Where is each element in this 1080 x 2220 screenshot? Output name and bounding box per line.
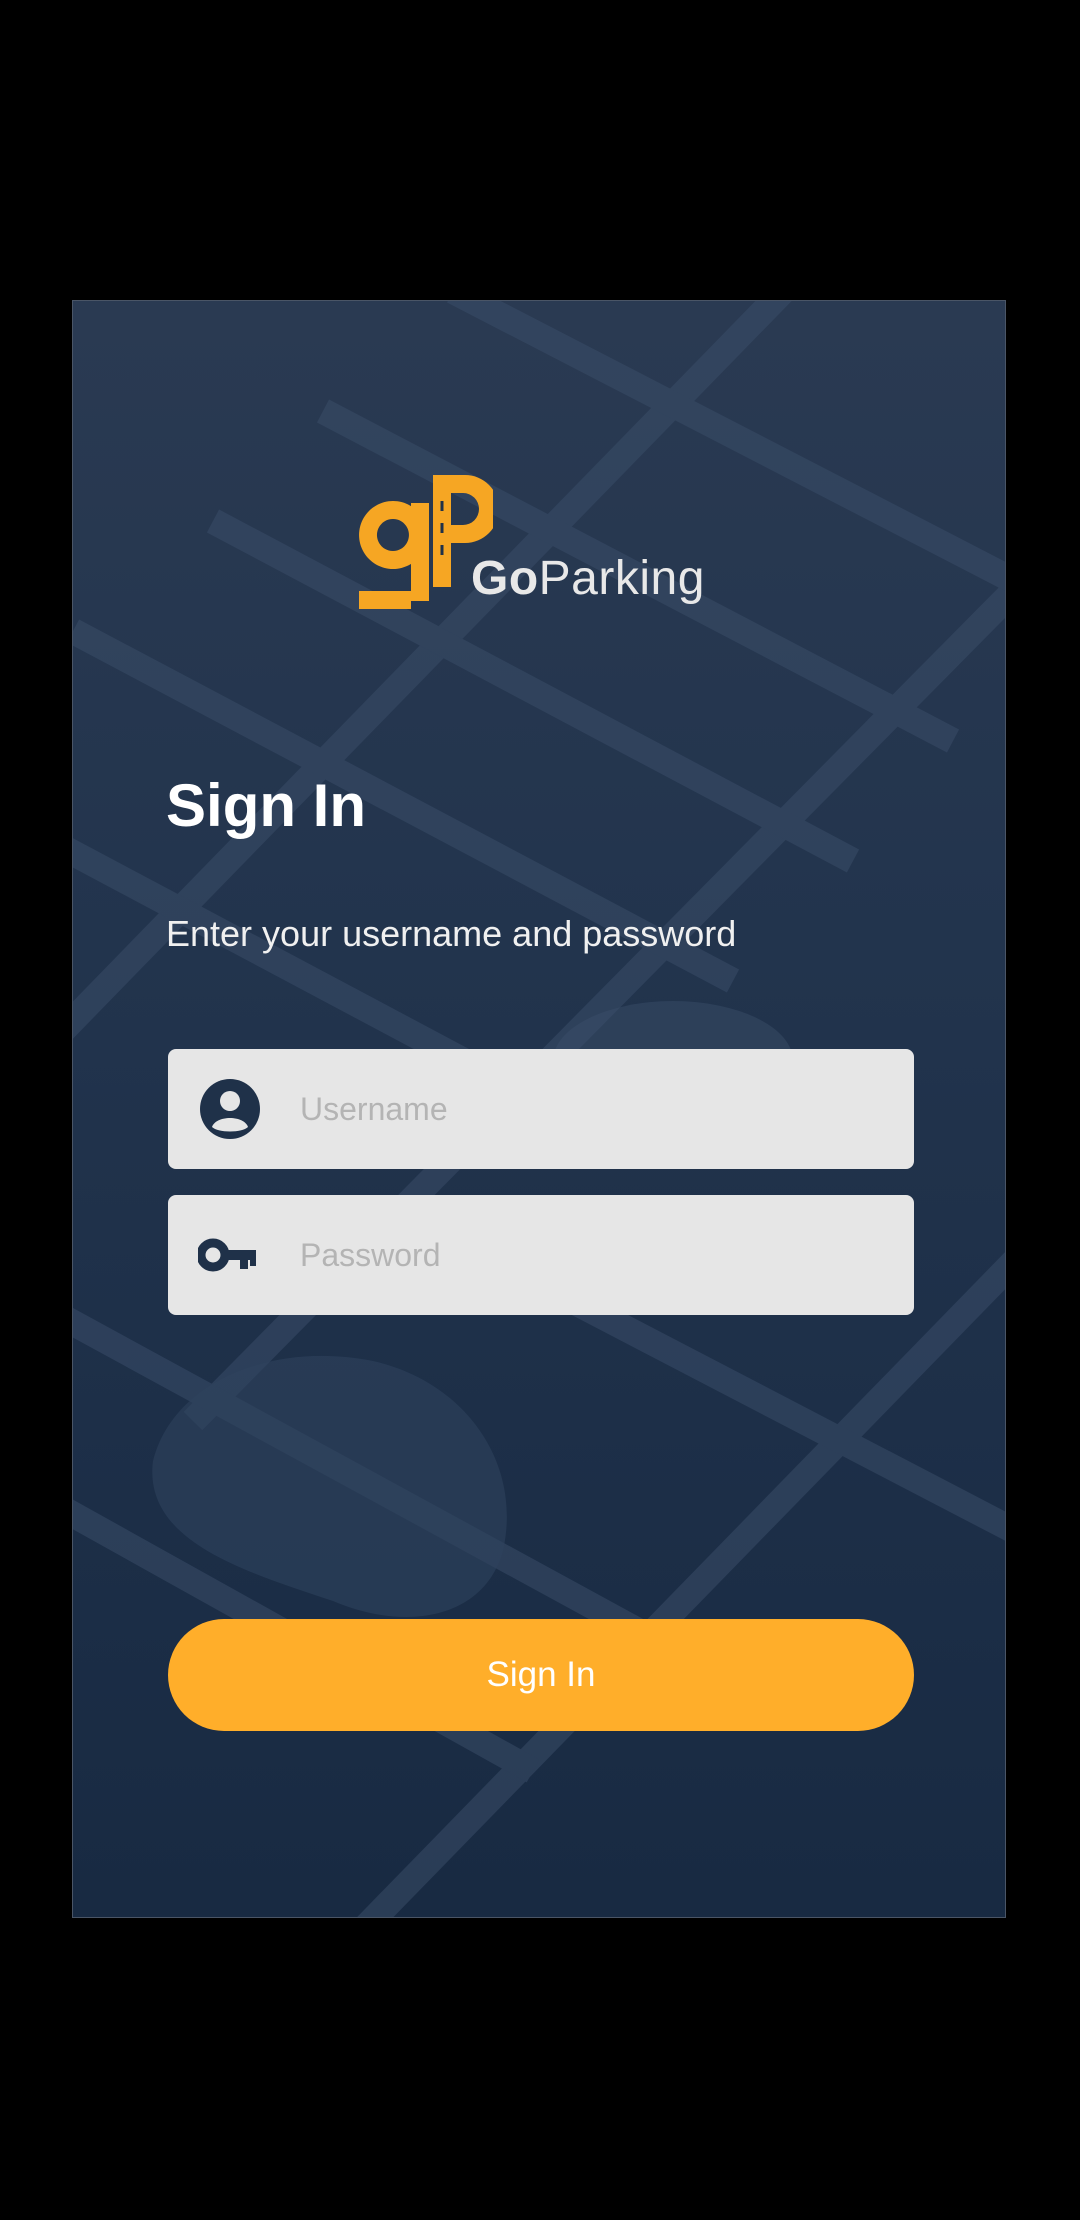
- goparking-logo: GoParking: [353, 461, 753, 631]
- account-circle-icon: [200, 1079, 260, 1139]
- sign-in-button[interactable]: Sign In: [168, 1619, 914, 1731]
- username-input[interactable]: [300, 1049, 890, 1169]
- brand-name: GoParking: [471, 551, 705, 606]
- signin-screen: GoParking Sign In Enter your username an…: [72, 300, 1006, 1918]
- brand-name-go: Go: [471, 552, 539, 605]
- brand-name-parking: Parking: [538, 552, 705, 605]
- signin-instructions: Enter your username and password: [166, 913, 737, 954]
- page-title: Sign In: [166, 772, 366, 839]
- password-input[interactable]: [300, 1195, 890, 1315]
- password-field[interactable]: [168, 1195, 914, 1315]
- key-icon: [198, 1238, 256, 1272]
- username-field[interactable]: [168, 1049, 914, 1169]
